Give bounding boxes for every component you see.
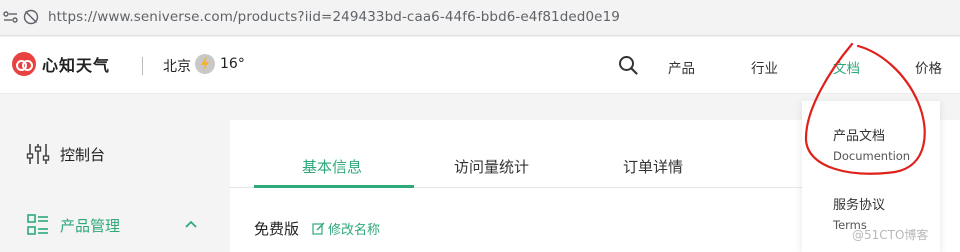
grid-list-icon (27, 214, 48, 235)
rename-button[interactable]: 修改名称 (312, 219, 380, 238)
city-name[interactable]: 北京 (163, 56, 191, 76)
menu-item-sublabel: Documention (833, 149, 911, 163)
sidebar-item-console[interactable]: 控制台 (26, 142, 105, 166)
menu-item-label: 产品文档 (833, 129, 886, 144)
brand-logo[interactable]: 心知天气 (12, 52, 110, 76)
sidebar-item-label: 控制台 (60, 145, 106, 164)
nav-industries[interactable]: 行业 (751, 57, 778, 77)
sidebar: 控制台 产品管理 (0, 95, 214, 252)
sidebar-item-product-management[interactable]: 产品管理 (26, 213, 120, 237)
site-info-icon[interactable] (2, 8, 20, 26)
thunder-icon (195, 54, 215, 74)
watermark: @51CTO博客 (852, 228, 929, 242)
logo-icon (12, 52, 36, 76)
nav-products[interactable]: 产品 (668, 57, 695, 77)
search-icon[interactable] (617, 54, 639, 76)
edit-icon (312, 222, 325, 235)
tab-order-details[interactable]: 订单详情 (623, 156, 683, 177)
sliders-icon (26, 144, 50, 164)
site-header: 心知天气 北京 16° 产品 行业 文档 价格 (0, 37, 960, 94)
chevron-up-icon[interactable] (184, 219, 198, 229)
tracking-blocked-icon[interactable] (22, 8, 40, 26)
tab-basic-info[interactable]: 基本信息 (302, 156, 362, 177)
menu-item-label: 服务协议 (833, 198, 886, 213)
url-text[interactable]: https://www.seniverse.com/products?iid=2… (48, 9, 620, 25)
nav-docs[interactable]: 文档 (833, 57, 860, 77)
nav-pricing[interactable]: 价格 (915, 57, 942, 77)
tab-bar: 基本信息 访问量统计 订单详情 (230, 120, 802, 188)
header-divider (142, 57, 143, 75)
menu-item-product-docs[interactable]: 产品文档 Documention (833, 125, 910, 163)
tab-traffic-stats[interactable]: 访问量统计 (454, 156, 529, 177)
active-tab-indicator (254, 185, 414, 188)
temperature: 16° (220, 56, 245, 72)
plan-name: 免费版 (254, 220, 300, 238)
browser-address-bar: https://www.seniverse.com/products?iid=2… (0, 0, 960, 36)
sidebar-item-label: 产品管理 (60, 216, 121, 235)
rename-label: 修改名称 (328, 223, 381, 238)
brand-name: 心知天气 (42, 56, 111, 75)
